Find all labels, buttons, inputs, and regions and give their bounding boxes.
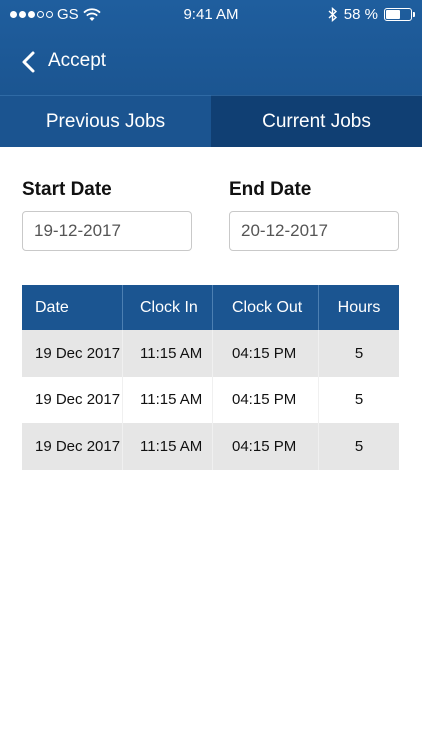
status-bar: GS 9:41 AM 58 % bbox=[0, 0, 422, 30]
header-clock-in[interactable]: Clock In bbox=[123, 285, 213, 330]
table-row[interactable]: 19 Dec 2017 11:15 AM 04:15 PM 5 bbox=[22, 330, 399, 377]
header-date[interactable]: Date bbox=[22, 285, 123, 330]
cell-clock-out: 04:15 PM bbox=[213, 423, 319, 470]
bluetooth-icon bbox=[328, 7, 337, 22]
cell-clock-in: 11:15 AM bbox=[123, 330, 213, 377]
battery-percent: 58 % bbox=[343, 6, 378, 23]
end-date-label: End Date bbox=[229, 179, 312, 200]
battery-icon bbox=[384, 8, 415, 21]
nav-title[interactable]: Accept bbox=[48, 50, 106, 72]
cell-clock-in: 11:15 AM bbox=[123, 423, 213, 470]
end-date-field[interactable] bbox=[229, 211, 399, 251]
cell-date: 19 Dec 2017 bbox=[22, 330, 123, 377]
tab-current-jobs[interactable]: Current Jobs bbox=[211, 95, 422, 147]
cell-date: 19 Dec 2017 bbox=[22, 376, 123, 423]
status-right: 58 % bbox=[328, 6, 415, 23]
cell-hours: 5 bbox=[354, 391, 364, 409]
battery-fill bbox=[386, 10, 400, 19]
table-row[interactable]: 19 Dec 2017 11:15 AM 04:15 PM 5 bbox=[22, 423, 399, 470]
app-header: GS 9:41 AM 58 % Accept bbox=[0, 0, 422, 95]
cell-clock-in: 11:15 AM bbox=[123, 376, 213, 423]
header-hours[interactable]: Hours bbox=[319, 285, 399, 330]
tab-previous-jobs[interactable]: Previous Jobs bbox=[0, 95, 211, 147]
start-date-field[interactable] bbox=[22, 211, 192, 251]
cell-date: 19 Dec 2017 bbox=[22, 423, 123, 470]
cell-clock-out: 04:15 PM bbox=[213, 376, 319, 423]
header-clock-out[interactable]: Clock Out bbox=[213, 285, 319, 330]
start-date-label: Start Date bbox=[22, 179, 112, 200]
jobs-tabs: Previous Jobs Current Jobs bbox=[0, 95, 422, 147]
table-row[interactable]: 19 Dec 2017 11:15 AM 04:15 PM 5 bbox=[22, 376, 399, 423]
chevron-left-icon[interactable] bbox=[20, 50, 38, 74]
table-header: Date Clock In Clock Out Hours bbox=[22, 285, 399, 330]
nav-bar: Accept bbox=[0, 40, 422, 84]
cell-hours: 5 bbox=[354, 344, 364, 362]
cell-clock-out: 04:15 PM bbox=[213, 330, 319, 377]
timesheet-table: Date Clock In Clock Out Hours 19 Dec 201… bbox=[22, 285, 399, 470]
cell-hours: 5 bbox=[354, 437, 364, 455]
